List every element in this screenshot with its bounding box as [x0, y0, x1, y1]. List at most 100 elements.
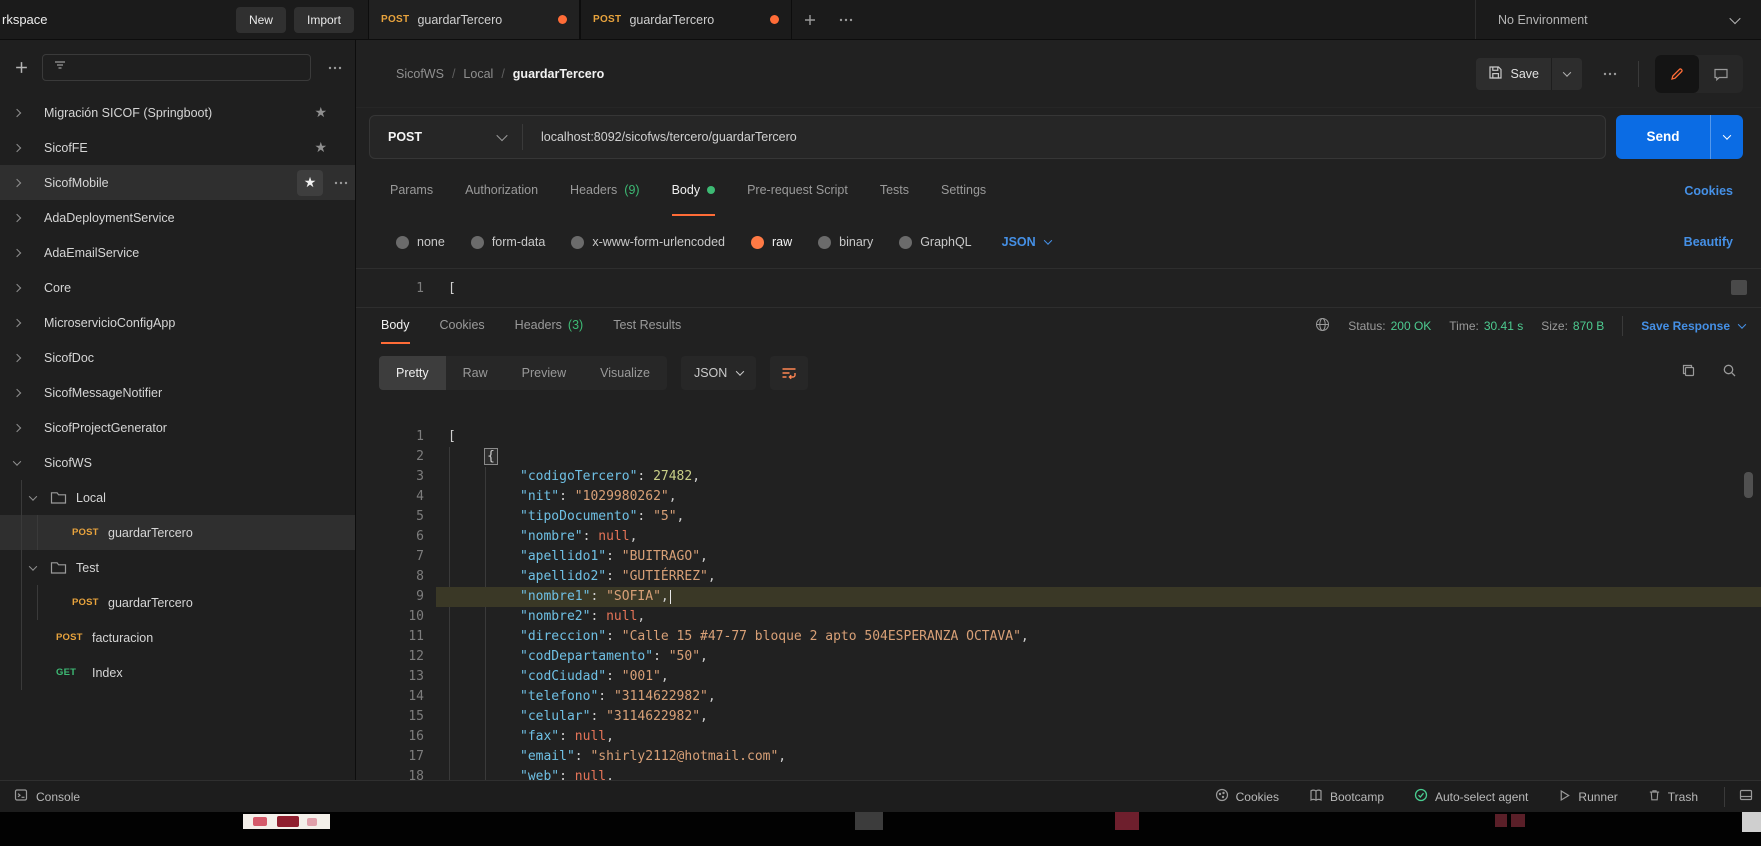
request-body-editor[interactable]: 1 [ [356, 268, 1761, 308]
tab-authorization[interactable]: Authorization [465, 165, 538, 216]
sidebar-request-row[interactable]: GETIndex [0, 655, 355, 690]
workspace-label[interactable]: rkspace [2, 12, 48, 27]
sidebar-request-row[interactable]: POSTfacturacion [0, 620, 355, 655]
chevron-right-icon[interactable] [14, 110, 20, 116]
tab-pre-request-script[interactable]: Pre-request Script [747, 165, 848, 216]
import-button[interactable]: Import [294, 7, 354, 33]
save-response-button[interactable]: Save Response [1641, 319, 1745, 333]
statusbar-item-cookies[interactable]: Cookies [1215, 788, 1279, 805]
editor-scrollbar[interactable] [1731, 280, 1747, 295]
chevron-right-icon[interactable] [14, 425, 20, 431]
breadcrumb-request-name[interactable]: guardarTercero [513, 67, 604, 81]
chevron-right-icon[interactable] [14, 320, 20, 326]
response-tab-cookies[interactable]: Cookies [440, 308, 485, 344]
edit-request-button[interactable] [1655, 55, 1699, 93]
view-tab-visualize[interactable]: Visualize [583, 356, 667, 390]
breadcrumb-collection[interactable]: SicofWS [396, 67, 444, 81]
body-language-selector[interactable]: JSON [1002, 235, 1051, 249]
tab-params[interactable]: Params [390, 165, 433, 216]
chevron-right-icon[interactable] [14, 390, 20, 396]
new-button[interactable]: New [236, 7, 286, 33]
sidebar-collection-row[interactable]: SicofProjectGenerator [0, 410, 355, 445]
body-mode-label: form-data [492, 235, 546, 249]
globe-icon[interactable] [1315, 317, 1330, 335]
body-mode-x-www-form-urlencoded[interactable]: x-www-form-urlencoded [571, 235, 725, 249]
body-mode-binary[interactable]: binary [818, 235, 873, 249]
beautify-link[interactable]: Beautify [1684, 235, 1733, 249]
star-icon[interactable]: ★ [314, 104, 327, 121]
view-tab-preview[interactable]: Preview [505, 356, 583, 390]
response-language-selector[interactable]: JSON [681, 356, 756, 390]
statusbar-item-auto-select-agent[interactable]: Auto-select agent [1414, 788, 1528, 805]
sidebar-collection-row[interactable]: Migración SICOF (Springboot)★ [0, 95, 355, 130]
statusbar-item-runner[interactable]: Runner [1558, 789, 1617, 805]
response-body-viewer[interactable]: 1[2{3"codigoTercero": 27482,4"nit": "102… [356, 402, 1761, 780]
statusbar-item-trash[interactable]: Trash [1648, 788, 1698, 805]
wrap-lines-button[interactable] [770, 356, 808, 390]
chevron-down-icon[interactable] [14, 460, 20, 466]
sidebar-request-row[interactable]: POSTguardarTercero [0, 515, 355, 550]
body-mode-GraphQL[interactable]: GraphQL [899, 235, 971, 249]
body-mode-form-data[interactable]: form-data [471, 235, 546, 249]
tab-settings[interactable]: Settings [941, 165, 986, 216]
method-selector[interactable]: POST [370, 130, 522, 144]
panel-toggle-icon[interactable] [1739, 788, 1753, 805]
chevron-right-icon[interactable] [14, 180, 20, 186]
sidebar-collection-row[interactable]: AdaDeploymentService [0, 200, 355, 235]
view-tab-pretty[interactable]: Pretty [379, 356, 446, 390]
request-tab[interactable]: POSTguardarTercero [368, 0, 580, 39]
url-input[interactable]: localhost:8092/sicofws/tercero/guardarTe… [523, 130, 1605, 144]
save-options-button[interactable] [1551, 58, 1582, 90]
environment-selector[interactable]: No Environment [1475, 0, 1761, 39]
save-button[interactable]: Save [1476, 58, 1552, 90]
star-icon[interactable]: ★ [314, 139, 327, 156]
token-p: : [559, 489, 575, 504]
sidebar-collection-row[interactable]: SicofMessageNotifier [0, 375, 355, 410]
sidebar-collection-row[interactable]: SicofWS [0, 445, 355, 480]
body-mode-raw[interactable]: raw [751, 235, 792, 249]
send-options-button[interactable] [1710, 115, 1743, 159]
view-tab-raw[interactable]: Raw [446, 356, 505, 390]
comment-button[interactable] [1699, 55, 1743, 93]
sidebar-folder-row[interactable]: Test [0, 550, 355, 585]
sidebar-collection-row[interactable]: MicroservicioConfigApp [0, 305, 355, 340]
cookies-link[interactable]: Cookies [1684, 184, 1733, 198]
body-mode-none[interactable]: none [396, 235, 445, 249]
response-tab-test-results[interactable]: Test Results [613, 308, 681, 344]
search-icon[interactable] [1722, 363, 1737, 383]
chevron-right-icon[interactable] [14, 285, 20, 291]
send-button[interactable]: Send [1616, 115, 1710, 159]
console-button[interactable]: Console [14, 788, 80, 805]
copy-icon[interactable] [1681, 363, 1696, 383]
more-horizontal-icon[interactable] [329, 176, 353, 190]
chevron-right-icon[interactable] [14, 145, 20, 151]
sidebar-collection-row[interactable]: SicofFE★ [0, 130, 355, 165]
chevron-down-icon[interactable] [30, 565, 36, 571]
tab-overflow-button[interactable] [828, 0, 864, 39]
tab-headers[interactable]: Headers(9) [570, 165, 640, 216]
chevron-right-icon[interactable] [14, 250, 20, 256]
response-tab-body[interactable]: Body [381, 308, 410, 344]
sidebar-collection-row[interactable]: SicofDoc [0, 340, 355, 375]
chevron-down-icon[interactable] [30, 495, 36, 501]
response-tab-headers[interactable]: Headers(3) [515, 308, 584, 344]
tab-tests[interactable]: Tests [880, 165, 909, 216]
response-scrollbar[interactable] [1744, 472, 1753, 498]
statusbar-item-bootcamp[interactable]: Bootcamp [1309, 788, 1384, 805]
sidebar-filter-input[interactable] [42, 54, 311, 81]
chevron-right-icon[interactable] [14, 355, 20, 361]
breadcrumb-folder[interactable]: Local [463, 67, 493, 81]
chevron-right-icon[interactable] [14, 215, 20, 221]
sidebar-more-button[interactable] [321, 61, 349, 75]
add-tab-button[interactable] [792, 0, 828, 39]
request-tab[interactable]: POSTguardarTercero [580, 0, 792, 39]
sidebar-collection-row[interactable]: SicofMobile★ [0, 165, 355, 200]
request-more-button[interactable] [1602, 67, 1618, 81]
sidebar-add-button[interactable] [10, 60, 32, 75]
tab-body[interactable]: Body [672, 165, 716, 216]
sidebar-folder-row[interactable]: Local [0, 480, 355, 515]
star-icon[interactable]: ★ [297, 170, 323, 196]
sidebar-collection-row[interactable]: Core [0, 270, 355, 305]
sidebar-request-row[interactable]: POSTguardarTercero [0, 585, 355, 620]
sidebar-collection-row[interactable]: AdaEmailService [0, 235, 355, 270]
